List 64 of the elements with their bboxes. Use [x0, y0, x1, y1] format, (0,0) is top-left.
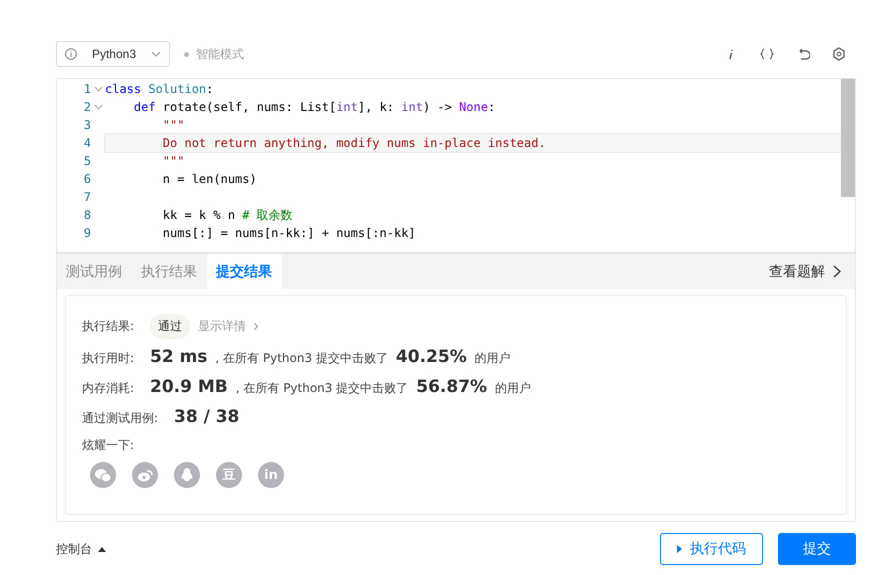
- line-number: 8: [82, 208, 91, 222]
- play-icon: [677, 545, 682, 553]
- stat-text: , 在所有 Python3 提交中击败了: [236, 380, 408, 397]
- code-line: Do not return anything, modify nums in-place instead.: [162, 136, 546, 150]
- scrollbar-thumb[interactable]: [841, 79, 855, 197]
- mode-label: 智能模式: [196, 46, 244, 62]
- details-link[interactable]: 显示详情: [198, 318, 246, 335]
- code-line: n = len(nums): [162, 172, 257, 186]
- penguin-icon: [181, 468, 193, 482]
- share-button[interactable]: [174, 462, 200, 488]
- submit-button[interactable]: 提交: [778, 533, 856, 565]
- chat-bubbles-icon: [95, 468, 111, 482]
- run-code-button[interactable]: 执行代码: [660, 533, 763, 565]
- chevron-down-icon: [151, 51, 161, 57]
- fold-chevron-icon[interactable]: [94, 104, 102, 110]
- share-button[interactable]: [132, 462, 158, 488]
- code-line: """: [162, 154, 184, 168]
- line-number: 7: [82, 190, 91, 204]
- chevron-right-icon: [254, 323, 258, 330]
- fold-chevron-icon[interactable]: [94, 86, 102, 92]
- code-line: nums[:] = nums[n-kk:] + nums[:n-kk]: [162, 226, 416, 240]
- code-line: class Solution:: [105, 82, 214, 96]
- console-toggle[interactable]: 控制台: [56, 540, 106, 558]
- cases-label: 通过测试用例:: [82, 410, 160, 427]
- stat-label: 执行用时:: [82, 350, 136, 367]
- code-editor[interactable]: [56, 78, 856, 252]
- line-number: 4: [82, 136, 91, 150]
- stat-suffix: 的用户: [495, 380, 532, 397]
- result-label: 执行结果:: [82, 318, 136, 335]
- stat-label: 内存消耗:: [82, 380, 136, 397]
- stat-suffix: 的用户: [474, 350, 511, 367]
- stat-percent: 56.87%: [416, 377, 488, 397]
- settings-icon: [832, 47, 846, 61]
- code-line: kk = k % n # 取余数: [162, 208, 293, 222]
- language-select[interactable]: Python3: [56, 41, 170, 67]
- share-button[interactable]: in: [258, 462, 284, 488]
- panel-tab[interactable]: 提交结果: [207, 254, 282, 289]
- code-line: def rotate(self, nums: List[int], k: int) -> None:: [132, 100, 496, 114]
- share-label: 炫耀一下:: [82, 437, 136, 454]
- chevron-right-icon: [833, 265, 841, 278]
- share-button[interactable]: 豆: [216, 462, 242, 488]
- line-number: 5: [82, 154, 91, 168]
- line-number: 3: [82, 118, 91, 132]
- stat-value: 52 ms: [150, 347, 208, 367]
- italic-i-icon: [728, 48, 734, 60]
- panel-tab[interactable]: 测试用例: [57, 254, 132, 289]
- cases-value: 38 / 38: [174, 407, 240, 427]
- info-icon: [65, 48, 77, 60]
- caret-up-icon: [98, 546, 106, 552]
- stat-text: , 在所有 Python3 提交中击败了: [215, 350, 388, 367]
- view-solution-link[interactable]: 查看题解: [763, 262, 847, 282]
- undo-icon: [796, 48, 810, 60]
- stat-value: 20.9 MB: [150, 377, 228, 397]
- status-badge: 通过: [150, 314, 190, 339]
- line-number: 1: [82, 82, 91, 96]
- stat-percent: 40.25%: [396, 347, 467, 367]
- share-button[interactable]: [90, 462, 116, 488]
- code-line: """: [162, 118, 184, 132]
- line-number: 6: [82, 172, 91, 186]
- line-number: 2: [82, 100, 91, 114]
- line-number: 9: [82, 226, 91, 240]
- swirl-icon: [138, 468, 152, 482]
- braces-icon: [760, 48, 774, 60]
- panel-tab[interactable]: 执行结果: [132, 254, 207, 289]
